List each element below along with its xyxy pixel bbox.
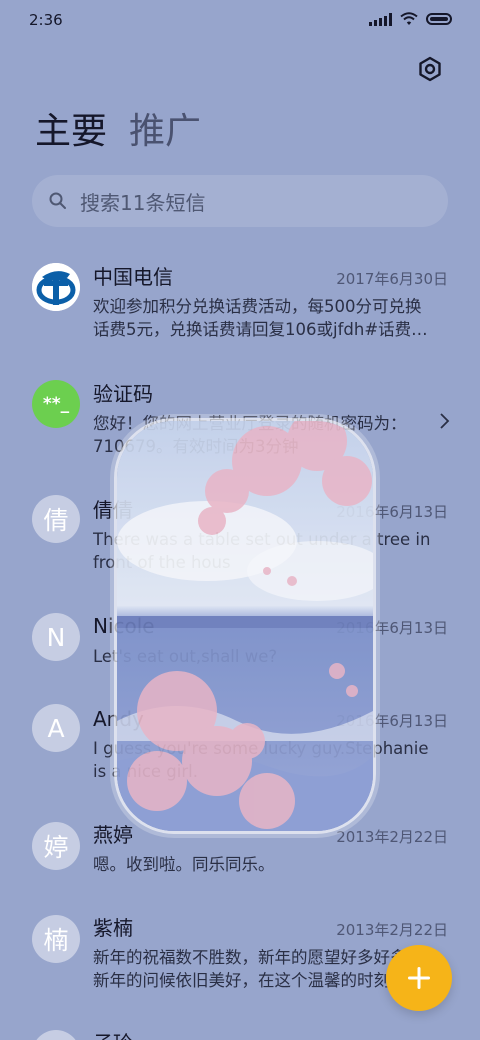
avatar: N [32,613,80,661]
message-date: 2017年6月30日 [336,270,448,288]
settings-icon[interactable] [417,56,443,82]
tab-bar: 主要 推广 [35,108,201,156]
avatar-text: 婷 [43,833,69,862]
tab-primary[interactable]: 主要 [35,108,107,156]
avatar [32,1030,80,1040]
verification-avatar: **_ [32,380,80,428]
plus-icon [408,967,430,989]
battery-icon [426,13,452,25]
avatar-text: N [46,622,66,652]
avatar: A [32,704,80,752]
avatar-text: 倩 [43,506,69,535]
avatar-text: 楠 [43,926,69,955]
message-preview: 欢迎参加积分兑换话费活动，每500分可兑换 话费5元，兑换话费请回复106或jf… [93,297,428,339]
message-preview: 嗯。收到啦。同乐同乐。 [93,855,275,874]
compose-button[interactable] [386,945,452,1011]
search-icon [49,192,66,209]
message-sender: 中国电信 [93,265,173,289]
message-sender: 子玲 [93,1030,133,1040]
avatar-text: **_ [42,394,70,414]
search-input[interactable]: 搜索11条短信 [32,175,448,227]
picture-in-picture-video[interactable] [114,418,376,834]
message-item-china-telecom[interactable]: 中国电信 2017年6月30日 欢迎参加积分兑换话费活动，每500分可兑换 话费… [0,258,480,358]
message-sender: 紫楠 [93,916,133,940]
avatar: 楠 [32,915,80,963]
wifi-icon [400,12,418,25]
message-item-ziling[interactable]: 子玲 [0,1028,480,1040]
chevron-right-icon[interactable] [438,412,450,430]
signal-icon [369,12,392,26]
china-telecom-logo-icon [32,263,80,311]
avatar: 婷 [32,822,80,870]
video-frame-image [117,421,373,831]
tab-promotions[interactable]: 推广 [129,108,201,156]
avatar-text: A [47,713,65,743]
status-icons [369,12,452,26]
status-time: 2:36 [29,11,63,29]
avatar: 倩 [32,495,80,543]
search-placeholder: 搜索11条短信 [80,190,206,215]
message-date: 2013年2月22日 [336,921,448,939]
message-sender: 验证码 [93,382,153,406]
status-bar: 2:36 [0,0,480,40]
